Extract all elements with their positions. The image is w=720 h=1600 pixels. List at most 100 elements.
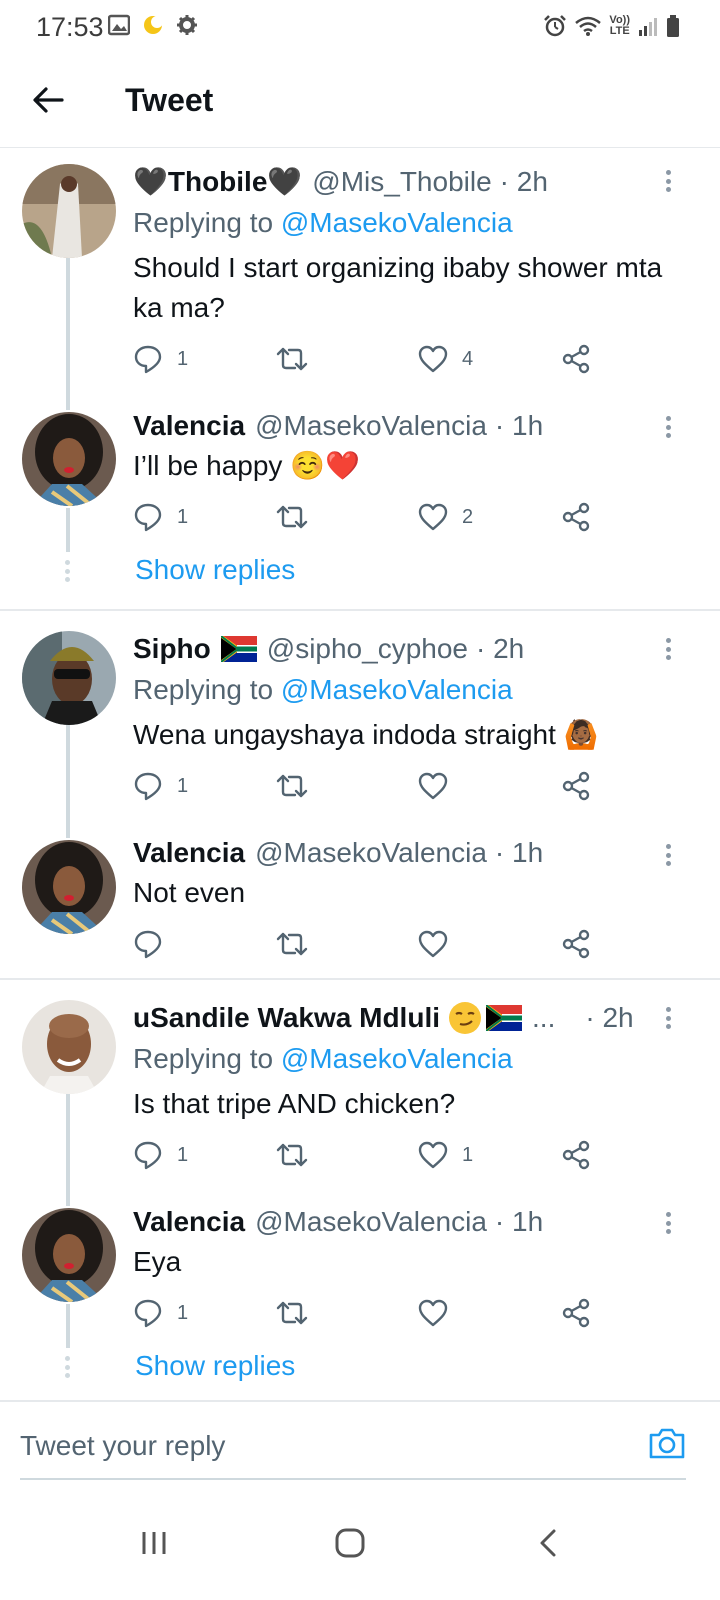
share-button[interactable]	[561, 768, 591, 804]
thread-line	[66, 1304, 70, 1348]
retweet-icon	[276, 347, 308, 371]
more-options-button[interactable]	[658, 840, 678, 870]
reply-icon	[134, 345, 162, 374]
replying-to: Replying to @MasekoValencia	[133, 207, 513, 238]
reply-count: 1	[177, 347, 189, 370]
avatar[interactable]	[22, 1208, 116, 1302]
retweet-icon	[276, 1143, 308, 1167]
reply-count: 1	[177, 1301, 189, 1324]
replying-to-link[interactable]: @MasekoValencia	[281, 207, 513, 238]
share-button[interactable]	[561, 926, 591, 962]
tweet-text: I’ll be happy ☺️❤️	[133, 450, 360, 481]
reply-button[interactable]	[133, 926, 177, 962]
camera-button[interactable]	[648, 1426, 686, 1465]
display-name[interactable]: Valencia	[133, 835, 245, 871]
avatar[interactable]	[22, 631, 116, 725]
like-button[interactable]	[418, 768, 462, 804]
retweet-button[interactable]	[275, 1137, 323, 1173]
reply-button[interactable]: 1	[133, 499, 188, 535]
timestamp[interactable]: · 2h	[585, 1000, 633, 1036]
reply-count: 1	[177, 1143, 189, 1166]
system-nav-bar	[0, 1490, 720, 1600]
like-button[interactable]: 4	[418, 341, 473, 377]
tweet-header: Valencia @MasekoValencia · 1h	[133, 835, 543, 871]
reply-button[interactable]: 1	[133, 768, 188, 804]
retweet-button[interactable]	[275, 768, 323, 804]
image-icon	[108, 14, 130, 36]
replying-to-link[interactable]: @MasekoValencia	[281, 674, 513, 705]
reply-icon	[134, 1141, 162, 1170]
display-name[interactable]: Valencia	[133, 1204, 245, 1240]
retweet-button[interactable]	[275, 1295, 323, 1331]
timestamp[interactable]: · 2h	[500, 164, 548, 200]
more-options-button[interactable]	[658, 1003, 678, 1033]
like-count: 1	[462, 1143, 474, 1166]
reply-input[interactable]	[20, 1424, 620, 1468]
avatar[interactable]	[22, 1000, 116, 1094]
tweet-header: Valencia @MasekoValencia · 1h	[133, 408, 543, 444]
back-button[interactable]	[28, 80, 68, 120]
like-button[interactable]: 2	[418, 499, 473, 535]
user-handle[interactable]: @MasekoValencia	[255, 408, 487, 444]
thread-dots	[65, 560, 71, 582]
tweet-text: Not even	[133, 877, 246, 908]
battery-icon	[667, 15, 679, 37]
user-handle[interactable]: @Mis_Thobile	[312, 164, 491, 200]
display-name[interactable]: 🖤Thobile🖤	[133, 164, 302, 200]
tweet-text: Wena ungayshaya indoda straight 🙆🏾	[133, 719, 599, 750]
like-button[interactable]	[418, 1295, 462, 1331]
tweet-actions: 1 1	[133, 1137, 613, 1173]
divider	[0, 609, 720, 611]
reply-button[interactable]: 1	[133, 1295, 188, 1331]
reply-count: 1	[177, 774, 189, 797]
show-replies-link[interactable]: Show replies	[135, 1350, 295, 1382]
home-button[interactable]	[320, 1516, 380, 1570]
back-nav-button[interactable]	[518, 1516, 578, 1570]
reply-button[interactable]: 1	[133, 1137, 188, 1173]
retweet-button[interactable]	[275, 341, 323, 377]
tweet-text: Eya	[133, 1246, 182, 1277]
reply-icon	[134, 1299, 162, 1328]
share-button[interactable]	[561, 1137, 591, 1173]
more-options-button[interactable]	[658, 1208, 678, 1238]
display-name[interactable]: Valencia	[133, 408, 245, 444]
moon-icon	[144, 16, 163, 34]
like-count: 2	[462, 505, 474, 528]
user-handle[interactable]: @MasekoValencia	[255, 835, 487, 871]
timestamp[interactable]: · 1h	[495, 835, 543, 871]
user-handle[interactable]: @MasekoValencia	[255, 1204, 487, 1240]
timestamp[interactable]: · 1h	[495, 408, 543, 444]
display-name[interactable]: uSandile Wakwa Mdluli	[133, 1000, 440, 1036]
recent-apps-button[interactable]	[124, 1516, 184, 1570]
recent-apps-icon	[142, 1532, 166, 1554]
more-options-button[interactable]	[658, 166, 678, 196]
avatar[interactable]	[22, 412, 116, 506]
status-time: 17:53	[36, 12, 104, 42]
share-button[interactable]	[561, 1295, 591, 1331]
retweet-button[interactable]	[275, 499, 323, 535]
gear-icon	[177, 15, 197, 35]
reply-underline	[20, 1478, 686, 1480]
south-africa-flag-icon	[486, 1005, 523, 1031]
avatar[interactable]	[22, 164, 116, 258]
more-options-button[interactable]	[658, 634, 678, 664]
thread-line	[66, 724, 70, 838]
more-options-button[interactable]	[658, 412, 678, 442]
show-replies-link[interactable]: Show replies	[135, 554, 295, 586]
avatar[interactable]	[22, 840, 116, 934]
user-handle[interactable]: @sipho_cyphoe	[267, 631, 468, 667]
retweet-button[interactable]	[275, 926, 323, 962]
replying-to: Replying to @MasekoValencia	[133, 674, 513, 705]
replying-to-link[interactable]: @MasekoValencia	[281, 1043, 513, 1074]
timestamp[interactable]: · 2h	[476, 631, 524, 667]
thread-line	[66, 508, 70, 552]
like-button[interactable]: 1	[418, 1137, 473, 1173]
heart-icon	[418, 1299, 448, 1327]
reply-button[interactable]: 1	[133, 341, 188, 377]
like-button[interactable]	[418, 926, 462, 962]
share-button[interactable]	[561, 499, 591, 535]
share-button[interactable]	[561, 341, 591, 377]
timestamp[interactable]: · 1h	[495, 1204, 543, 1240]
display-name[interactable]: Sipho	[133, 631, 211, 667]
share-icon	[562, 771, 590, 801]
